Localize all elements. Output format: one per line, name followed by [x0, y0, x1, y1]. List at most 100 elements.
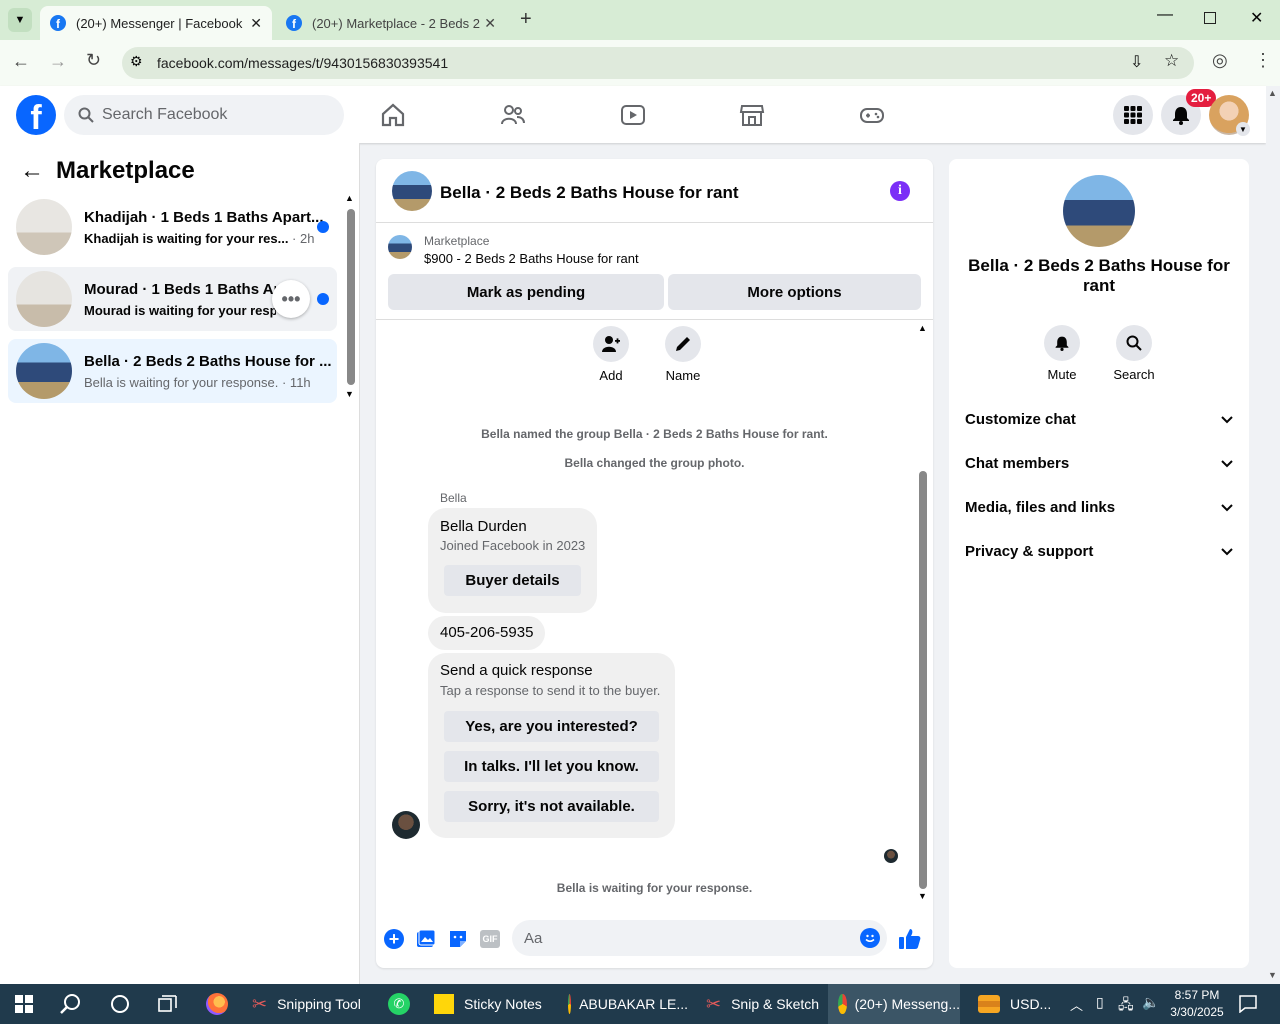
- scroll-down-icon[interactable]: ▼: [918, 891, 927, 901]
- photo-attach-icon[interactable]: [416, 929, 436, 949]
- close-tab-icon[interactable]: ✕: [484, 15, 496, 32]
- account-chevron-icon[interactable]: ▼: [1236, 122, 1250, 136]
- section-customize-chat[interactable]: Customize chat: [965, 411, 1233, 435]
- volume-icon[interactable]: 🔈: [1142, 994, 1159, 1011]
- chat-title[interactable]: Bella · 2 Beds 2 Baths House for rant: [440, 183, 739, 203]
- cortana-icon[interactable]: [111, 995, 129, 1013]
- sender-avatar[interactable]: [392, 811, 420, 839]
- tray-chevron-up-icon[interactable]: ︿: [1070, 995, 1083, 1014]
- restore-button[interactable]: [1204, 12, 1216, 24]
- whatsapp-icon[interactable]: ✆: [388, 993, 410, 1015]
- chat-scrollbar[interactable]: ▲ ▼: [917, 323, 929, 903]
- emoji-icon[interactable]: [860, 928, 880, 948]
- close-tab-icon[interactable]: ✕: [250, 15, 262, 32]
- quick-response-bubble: Send a quick response Tap a response to …: [428, 653, 675, 838]
- read-receipt-avatar: [884, 849, 898, 863]
- taskbar-item-usd[interactable]: USD...: [968, 984, 1058, 1024]
- group-photo[interactable]: [1063, 175, 1135, 247]
- video-icon[interactable]: [620, 102, 646, 128]
- search-in-chat-button[interactable]: Search: [1112, 325, 1156, 382]
- tab-search-button[interactable]: ▼: [8, 8, 32, 32]
- profile-icon[interactable]: ◎: [1212, 50, 1228, 71]
- plus-actions-icon[interactable]: +: [384, 929, 404, 949]
- taskbar-item-sticky-notes[interactable]: Sticky Notes: [424, 984, 544, 1024]
- chevron-down-icon: [1221, 457, 1233, 474]
- section-chat-members[interactable]: Chat members: [965, 455, 1233, 479]
- more-options-button[interactable]: More options: [668, 274, 921, 310]
- scroll-up-icon[interactable]: ▲: [345, 193, 354, 203]
- taskbar-item-snipping-tool[interactable]: ✂ Snipping Tool: [244, 984, 364, 1024]
- device-icon[interactable]: ▯: [1096, 994, 1104, 1011]
- action-center-icon[interactable]: [1239, 995, 1257, 1013]
- listing-thumbnail[interactable]: [388, 235, 412, 259]
- sticker-icon[interactable]: [448, 929, 468, 949]
- bell-icon: [1173, 107, 1189, 125]
- marketplace-icon[interactable]: [739, 102, 765, 128]
- install-app-icon[interactable]: ⇩: [1130, 52, 1143, 72]
- scroll-down-icon[interactable]: ▼: [345, 389, 354, 399]
- minimize-button[interactable]: —: [1157, 6, 1173, 24]
- group-avatar[interactable]: [392, 171, 432, 211]
- back-arrow-icon[interactable]: ←: [12, 51, 30, 72]
- mute-button[interactable]: Mute: [1044, 325, 1080, 382]
- message-input[interactable]: Aa: [512, 920, 887, 956]
- quick-response-not-available-button[interactable]: Sorry, it's not available.: [444, 791, 659, 822]
- site-settings-icon[interactable]: ⚙: [130, 53, 143, 70]
- browser-tab-messenger[interactable]: f (20+) Messenger | Facebook ✕: [40, 6, 272, 40]
- friends-icon[interactable]: [500, 102, 526, 128]
- new-tab-button[interactable]: +: [520, 8, 532, 31]
- windows-start-icon[interactable]: [15, 995, 33, 1013]
- bookmark-star-icon[interactable]: ☆: [1164, 51, 1179, 71]
- taskbar-item-chrome-messenger[interactable]: (20+) Messeng...: [828, 984, 960, 1024]
- home-icon[interactable]: [380, 102, 406, 128]
- conversation-item-bella[interactable]: Bella · 2 Beds 2 Baths House for ... Bel…: [8, 339, 337, 403]
- quick-response-in-talks-button[interactable]: In talks. I'll let you know.: [444, 751, 659, 782]
- scroll-thumb[interactable]: [347, 209, 355, 385]
- clock[interactable]: 8:57 PM 3/30/2025: [1162, 987, 1232, 1021]
- unread-dot: [317, 293, 329, 305]
- reload-icon[interactable]: ↻: [86, 50, 101, 71]
- scroll-up-icon[interactable]: ▲: [918, 323, 927, 333]
- conversation-item-mourad[interactable]: Mourad · 1 Beds 1 Baths Apar Mourad is w…: [8, 267, 337, 331]
- network-icon[interactable]: 🖧: [1118, 994, 1134, 1018]
- snipping-tool-icon: ✂: [252, 993, 268, 1014]
- more-options-button[interactable]: •••: [272, 280, 310, 318]
- list-scrollbar[interactable]: ▲ ▼: [344, 193, 356, 403]
- add-people-button[interactable]: Add: [593, 326, 629, 383]
- quick-response-yes-button[interactable]: Yes, are you interested?: [444, 711, 659, 742]
- grid-icon: [1124, 106, 1142, 124]
- taskbar-item-snip-sketch[interactable]: ✂ Snip & Sketch: [696, 984, 820, 1024]
- scroll-down-icon[interactable]: ▼: [1268, 970, 1277, 980]
- menu-kebab-icon[interactable]: ⋮: [1254, 50, 1272, 71]
- task-view-icon[interactable]: [158, 995, 178, 1013]
- chrome-icon: [568, 994, 572, 1014]
- listing-price: $900 - 2 Beds 2 Baths House for rant: [424, 251, 639, 266]
- name-label: Name: [665, 368, 701, 383]
- close-window-button[interactable]: ✕: [1250, 8, 1263, 28]
- system-message: Bella named the group Bella · 2 Beds 2 B…: [481, 427, 828, 441]
- search-facebook-input[interactable]: Search Facebook: [64, 95, 344, 135]
- section-media-files-links[interactable]: Media, files and links: [965, 499, 1233, 523]
- facebook-favicon-icon: f: [50, 15, 66, 31]
- gif-icon[interactable]: GIF: [480, 930, 500, 948]
- facebook-logo-icon[interactable]: f: [16, 95, 56, 135]
- taskbar-item-chrome-abubakar[interactable]: ABUBAKAR LE...: [560, 984, 688, 1024]
- gaming-icon[interactable]: [859, 102, 885, 128]
- forward-arrow-icon[interactable]: →: [49, 51, 67, 72]
- name-group-button[interactable]: Name: [665, 326, 701, 383]
- browser-tab-marketplace[interactable]: f (20+) Marketplace - 2 Beds 2 B ✕: [276, 6, 508, 40]
- info-icon[interactable]: i: [890, 181, 910, 201]
- url-bar[interactable]: ⚙ facebook.com/messages/t/94301568303935…: [122, 47, 1194, 79]
- firefox-icon[interactable]: [206, 993, 228, 1015]
- taskbar-search-icon[interactable]: [60, 993, 82, 1015]
- buyer-details-button[interactable]: Buyer details: [444, 565, 581, 596]
- scroll-up-icon[interactable]: ▲: [1268, 88, 1277, 98]
- scroll-thumb[interactable]: [919, 471, 927, 889]
- section-privacy-support[interactable]: Privacy & support: [965, 543, 1233, 567]
- thumbs-up-icon[interactable]: [898, 927, 922, 951]
- conversation-item-khadijah[interactable]: Khadijah · 1 Beds 1 Baths Apart... Khadi…: [8, 195, 337, 259]
- page-scrollbar[interactable]: ▲ ▼: [1266, 86, 1280, 984]
- menu-grid-button[interactable]: [1113, 95, 1153, 135]
- back-arrow-icon[interactable]: ←: [20, 157, 44, 185]
- mark-as-pending-button[interactable]: Mark as pending: [388, 274, 664, 310]
